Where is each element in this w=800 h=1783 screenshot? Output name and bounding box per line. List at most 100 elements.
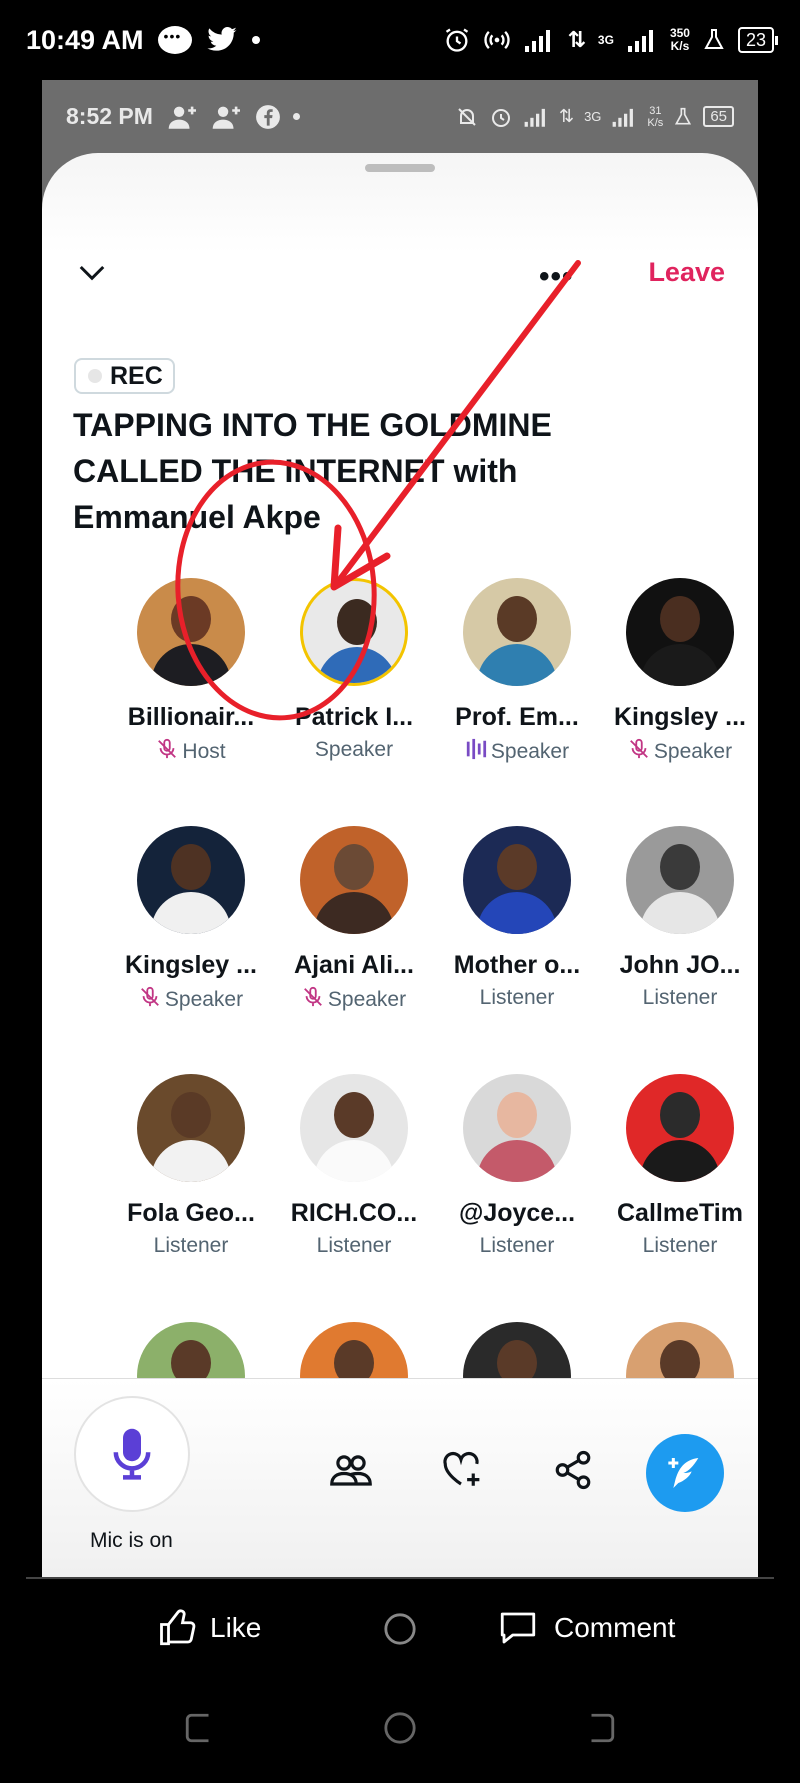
back-icon[interactable] [583,1711,617,1745]
heart-plus-icon[interactable] [440,1449,482,1491]
like-button[interactable]: Like [158,1607,261,1649]
recording-dot [88,369,102,383]
avatar[interactable] [137,826,245,934]
space-screenshot: 8:52 PM ⇅ 3G 31 K/s 65 ••• Leave REC TAP… [42,80,758,1577]
sheet-top [42,153,758,253]
participant-role-line: Listener [600,986,758,1010]
avatar[interactable] [137,1074,245,1182]
messages-icon [157,26,192,54]
participant[interactable]: Kingsley ... Speaker [111,826,271,1014]
participant[interactable]: Kingsley ... Speaker [600,578,758,766]
participant[interactable]: Fola Geo... Listener [111,1074,271,1258]
participant[interactable]: Billionair... Host [111,578,271,766]
chevron-down-icon[interactable] [77,257,107,287]
signal-icon [627,30,653,52]
participant-role: Listener [642,986,718,1009]
inner-battery-level: 65 [703,106,734,127]
avatar[interactable] [300,826,408,934]
compose-tweet-button[interactable] [646,1434,724,1512]
participant[interactable]: @Joyce... Listener [437,1074,597,1258]
participant-name: Prof. Em... [455,703,579,731]
network-speed: 350 K/s [669,26,690,53]
data-arrows-icon: ⇅ [567,27,586,52]
inner-status-bar: 8:52 PM ⇅ 3G 31 K/s 65 [42,80,758,153]
participant-role-line: Speaker [600,738,758,766]
add-person-icon [212,106,240,129]
participant-name: Mother o... [453,951,581,979]
participant-role: Speaker [490,740,570,763]
comment-label: Comment [554,1612,676,1643]
participant[interactable]: CallmeTim Listener [600,1074,758,1258]
thumbs-up-icon [160,1609,196,1646]
participant[interactable]: RICH.CO... Listener [274,1074,434,1258]
participant-role: Speaker [164,988,244,1011]
leave-button[interactable]: Leave [648,257,725,288]
participant-name: CallmeTim [617,1199,743,1227]
participant[interactable]: John JO... Listener [600,826,758,1010]
space-bottom-bar: Mic is on [42,1378,758,1577]
avatar[interactable] [626,578,734,686]
avatar[interactable] [463,578,571,686]
participant[interactable]: Ajani Ali... Speaker [274,826,434,1014]
speaking-indicator-icon [465,738,487,766]
home-icon[interactable] [383,1711,417,1745]
participant-name: Patrick I... [294,703,414,731]
inner-status-time: 8:52 PM [66,103,153,129]
battery-level: 23 [737,27,779,53]
inner-network-speed: 31 K/s [647,104,664,129]
mic-button[interactable] [74,1396,190,1512]
participant-role-line: Listener [111,1234,271,1258]
participant-role-line: Speaker [437,738,597,766]
participant-role: Listener [316,1234,392,1257]
participant-role-line: Listener [274,1234,434,1258]
participant-role-line: Speaker [274,738,434,762]
participant[interactable]: Prof. Em... Speaker [437,578,597,766]
participant-name: RICH.CO... [290,1199,418,1227]
participant[interactable]: Patrick I... Speaker [274,578,434,762]
more-options-icon[interactable]: ••• [539,260,574,294]
participant[interactable]: Mother o... Listener [437,826,597,1010]
avatar[interactable] [137,578,245,686]
participant-role-line: Host [111,738,271,766]
status-time: 10:49 AM [26,24,144,55]
add-person-icon [168,106,196,129]
comment-button[interactable]: Comment [496,1607,675,1649]
flask-icon [675,107,692,124]
avatar[interactable] [463,1074,571,1182]
outer-status-bar: 10:49 AM ⇅ 3G 350 K/s 23 [0,0,800,80]
participant-role: Host [182,740,226,763]
mic-muted-icon [156,738,178,766]
comment-icon [500,1612,536,1644]
share-icon[interactable] [552,1449,594,1491]
avatar[interactable] [463,826,571,934]
microphone-icon [113,1428,151,1480]
people-icon[interactable] [330,1449,372,1491]
signal-icon [524,108,545,127]
alarm-off-icon [458,107,476,126]
notification-dot [251,36,260,44]
participant-name: @Joyce... [458,1199,576,1227]
network-type: 3G [597,32,614,47]
participant-role-line: Listener [437,1234,597,1258]
participant-name: Kingsley ... [614,703,746,731]
participant-role: Listener [479,1234,555,1257]
avatar[interactable] [300,578,408,686]
participant-role: Listener [642,1234,718,1257]
notification-dot [292,113,300,120]
twitter-icon [206,27,237,51]
participant-role-line: Speaker [111,986,271,1014]
mic-status-label: Mic is on [90,1529,173,1552]
avatar[interactable] [626,1074,734,1182]
participant-name: Billionair... [127,703,255,731]
mic-muted-icon [139,986,161,1014]
mic-muted-icon [302,986,324,1014]
hotspot-icon [484,31,511,49]
home-circle-icon[interactable] [383,1612,417,1646]
space-title: TAPPING INTO THE GOLDMINE CALLED THE INT… [73,407,552,535]
avatar[interactable] [626,826,734,934]
facebook-icon [256,104,280,129]
recents-icon[interactable] [183,1711,217,1745]
avatar[interactable] [300,1074,408,1182]
participant-role: Listener [153,1234,229,1257]
sheet-drag-handle[interactable] [365,164,435,172]
